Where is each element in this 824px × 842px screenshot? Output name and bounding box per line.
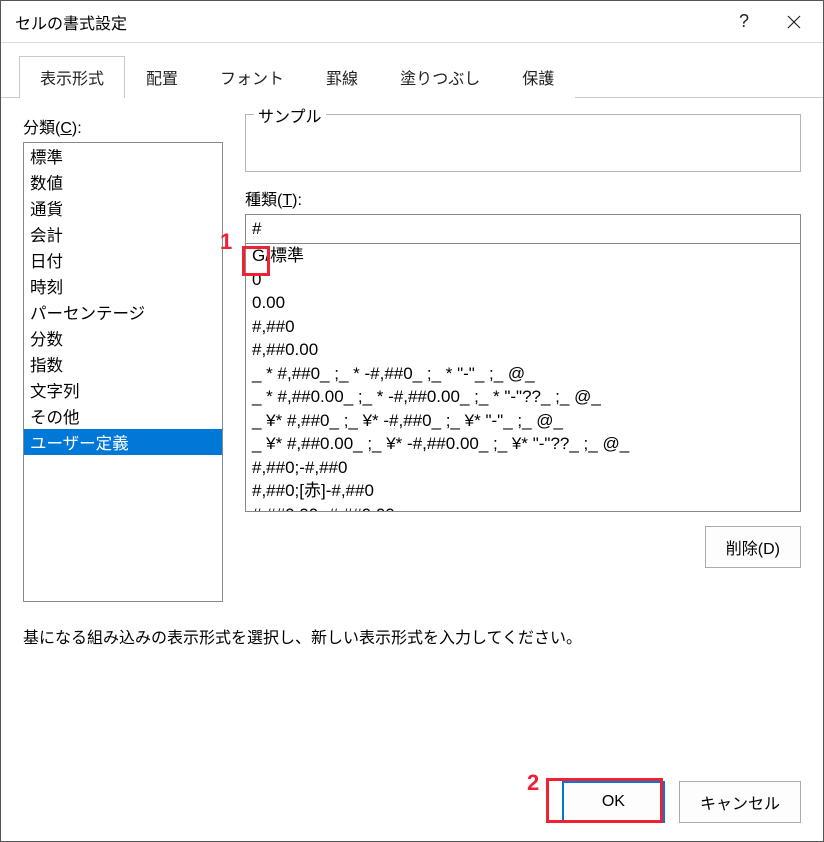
format-item[interactable]: 0.00 bbox=[246, 291, 800, 315]
tab-表示形式[interactable]: 表示形式 bbox=[19, 56, 125, 98]
tab-罫線[interactable]: 罫線 bbox=[305, 56, 379, 98]
category-item[interactable]: 時刻 bbox=[24, 273, 222, 299]
category-listbox[interactable]: 標準数値通貨会計日付時刻パーセンテージ分数指数文字列その他ユーザー定義 bbox=[23, 142, 223, 602]
window-title: セルの書式設定 bbox=[15, 10, 719, 34]
format-item[interactable]: #,##0 bbox=[246, 315, 800, 339]
help-button[interactable]: ? bbox=[719, 1, 769, 43]
format-item[interactable]: #,##0;[赤]-#,##0 bbox=[246, 479, 800, 503]
format-item[interactable]: #,##0.00;-#,##0.00 bbox=[246, 503, 800, 513]
format-item[interactable]: #,##0;-#,##0 bbox=[246, 456, 800, 480]
content-area: 分類(C): 標準数値通貨会計日付時刻パーセンテージ分数指数文字列その他ユーザー… bbox=[1, 98, 823, 767]
category-item[interactable]: 文字列 bbox=[24, 377, 222, 403]
format-cells-dialog: セルの書式設定 ? 表示形式配置フォント罫線塗りつぶし保護 分類(C): 標準数… bbox=[0, 0, 824, 842]
category-item[interactable]: 日付 bbox=[24, 247, 222, 273]
tab-strip: 表示形式配置フォント罫線塗りつぶし保護 bbox=[1, 43, 823, 98]
help-icon: ? bbox=[739, 11, 749, 32]
type-input[interactable] bbox=[245, 214, 801, 244]
ok-button[interactable]: OK bbox=[562, 781, 665, 823]
dialog-footer: OK キャンセル bbox=[1, 767, 823, 841]
category-item[interactable]: パーセンテージ bbox=[24, 299, 222, 325]
delete-button[interactable]: 削除(D) bbox=[705, 526, 801, 568]
format-item[interactable]: 0 bbox=[246, 268, 800, 292]
hint-text: 基になる組み込みの表示形式を選択し、新しい表示形式を入力してください。 bbox=[23, 624, 801, 648]
category-item[interactable]: 標準 bbox=[24, 143, 222, 169]
format-item[interactable]: _ * #,##0_ ;_ * -#,##0_ ;_ * "-"_ ;_ @_ bbox=[246, 362, 800, 386]
category-item[interactable]: その他 bbox=[24, 403, 222, 429]
format-item[interactable]: G/標準 bbox=[246, 244, 800, 268]
format-item[interactable]: _ ¥* #,##0_ ;_ ¥* -#,##0_ ;_ ¥* "-"_ ;_ … bbox=[246, 409, 800, 433]
tab-保護[interactable]: 保護 bbox=[501, 56, 575, 98]
category-item[interactable]: 通貨 bbox=[24, 195, 222, 221]
category-item[interactable]: 指数 bbox=[24, 351, 222, 377]
category-item[interactable]: 分数 bbox=[24, 325, 222, 351]
close-icon bbox=[787, 15, 801, 29]
close-button[interactable] bbox=[769, 1, 819, 43]
sample-value bbox=[246, 115, 800, 129]
cancel-button[interactable]: キャンセル bbox=[679, 781, 801, 823]
type-label: 種類(T): bbox=[245, 186, 801, 210]
sample-box: サンプル bbox=[245, 114, 801, 172]
tab-フォント[interactable]: フォント bbox=[199, 56, 305, 98]
format-item[interactable]: _ ¥* #,##0.00_ ;_ ¥* -#,##0.00_ ;_ ¥* "-… bbox=[246, 432, 800, 456]
sample-label: サンプル bbox=[254, 103, 326, 127]
titlebar: セルの書式設定 ? bbox=[1, 1, 823, 43]
format-listbox[interactable]: G/標準00.00#,##0#,##0.00_ * #,##0_ ;_ * -#… bbox=[245, 244, 801, 512]
format-item[interactable]: _ * #,##0.00_ ;_ * -#,##0.00_ ;_ * "-"??… bbox=[246, 385, 800, 409]
category-item[interactable]: 会計 bbox=[24, 221, 222, 247]
tab-塗りつぶし[interactable]: 塗りつぶし bbox=[379, 56, 501, 98]
category-label: 分類(C): bbox=[23, 114, 223, 138]
category-item[interactable]: ユーザー定義 bbox=[24, 429, 222, 455]
category-item[interactable]: 数値 bbox=[24, 169, 222, 195]
tab-配置[interactable]: 配置 bbox=[125, 56, 199, 98]
format-item[interactable]: #,##0.00 bbox=[246, 338, 800, 362]
